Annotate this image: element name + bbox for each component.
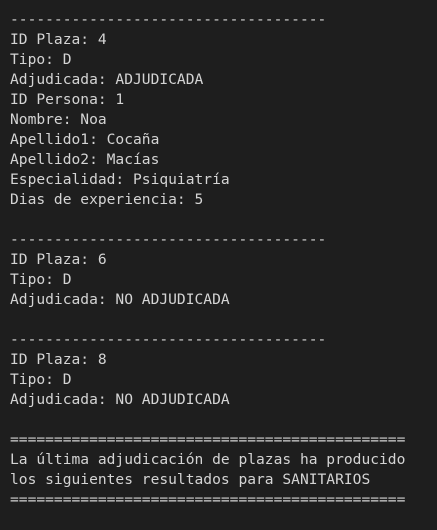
experiencia-line: Dias de experiencia: 5 <box>10 191 204 208</box>
terminal-output[interactable]: ------------------------------------ ID … <box>0 0 437 530</box>
nombre-line: Nombre: Noa <box>10 111 107 128</box>
adjudicada-line: Adjudicada: ADJUDICADA <box>10 71 204 88</box>
summary-text-line: La última adjudicación de plazas ha prod… <box>10 451 406 468</box>
separator-line: ------------------------------------ <box>10 11 327 28</box>
tipo-line: Tipo: D <box>10 371 72 388</box>
summary-separator: ========================================… <box>10 431 406 448</box>
plaza-id-line: ID Plaza: 4 <box>10 31 107 48</box>
apellido1-line: Apellido1: Cocaña <box>10 131 160 148</box>
tipo-line: Tipo: D <box>10 271 72 288</box>
adjudicada-line: Adjudicada: NO ADJUDICADA <box>10 391 230 408</box>
separator-line: ------------------------------------ <box>10 231 327 248</box>
tipo-line: Tipo: D <box>10 51 72 68</box>
apellido2-line: Apellido2: Macías <box>10 151 160 168</box>
plaza-id-line: ID Plaza: 8 <box>10 351 107 368</box>
adjudicada-line: Adjudicada: NO ADJUDICADA <box>10 291 230 308</box>
separator-line: ------------------------------------ <box>10 331 327 348</box>
summary-text-line: los siguientes resultados para SANITARIO… <box>10 471 371 488</box>
plaza-id-line: ID Plaza: 6 <box>10 251 107 268</box>
persona-id-line: ID Persona: 1 <box>10 91 125 108</box>
especialidad-line: Especialidad: Psiquiatría <box>10 171 230 188</box>
summary-separator: ========================================… <box>10 491 406 508</box>
